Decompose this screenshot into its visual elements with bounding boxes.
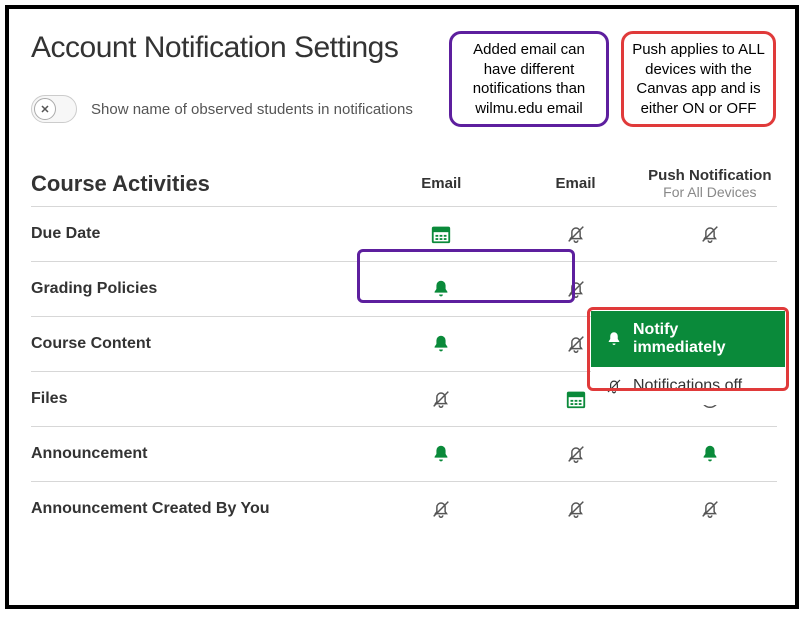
toggle-label: Show name of observed students in notifi… [91,101,413,118]
row-label: Course Content [31,317,374,372]
row-label: Announcement [31,427,374,482]
bell-icon[interactable] [430,333,452,355]
toggle-knob: ✕ [34,98,56,120]
bell-icon[interactable] [430,443,452,465]
menu-item-label: Notify immediately [633,321,771,357]
bell-off-icon[interactable] [565,443,587,465]
callout-purple: Added email can have different notificat… [449,31,609,127]
bell-off-icon[interactable] [565,223,587,245]
menu-notifications-off[interactable]: Notifications off [591,367,785,405]
bell-off-icon[interactable] [699,498,721,520]
bell-off-icon [605,377,623,395]
row-label: Announcement Created By You [31,482,374,537]
table-row: Due Date [31,207,777,262]
calendar-icon[interactable] [565,388,587,410]
notification-menu: Notify immediately Notifications off [591,311,785,405]
bell-off-icon[interactable] [430,388,452,410]
section-title: Course Activities [31,171,210,196]
row-label: Files [31,372,374,427]
calendar-icon[interactable] [430,223,452,245]
bell-icon[interactable] [699,443,721,465]
bell-off-icon[interactable] [699,223,721,245]
row-label: Grading Policies [31,262,374,317]
column-header-email1: Email [374,163,508,207]
menu-item-label: Notifications off [633,377,742,395]
row-label: Due Date [31,207,374,262]
close-icon: ✕ [40,103,49,116]
bell-off-icon[interactable] [565,498,587,520]
bell-off-icon[interactable] [565,278,587,300]
table-row: Announcement Created By You [31,482,777,537]
callout-red: Push applies to ALL devices with the Can… [621,31,776,127]
table-row: Announcement [31,427,777,482]
observed-students-toggle[interactable]: ✕ [31,95,77,123]
column-header-email2: Email [508,163,642,207]
table-row: Grading Policies [31,262,777,317]
bell-icon [605,330,623,348]
bell-off-icon[interactable] [565,333,587,355]
bell-icon[interactable] [430,278,452,300]
menu-notify-immediately[interactable]: Notify immediately [591,311,785,367]
column-header-push: Push Notification For All Devices [643,163,777,207]
bell-off-icon[interactable] [430,498,452,520]
